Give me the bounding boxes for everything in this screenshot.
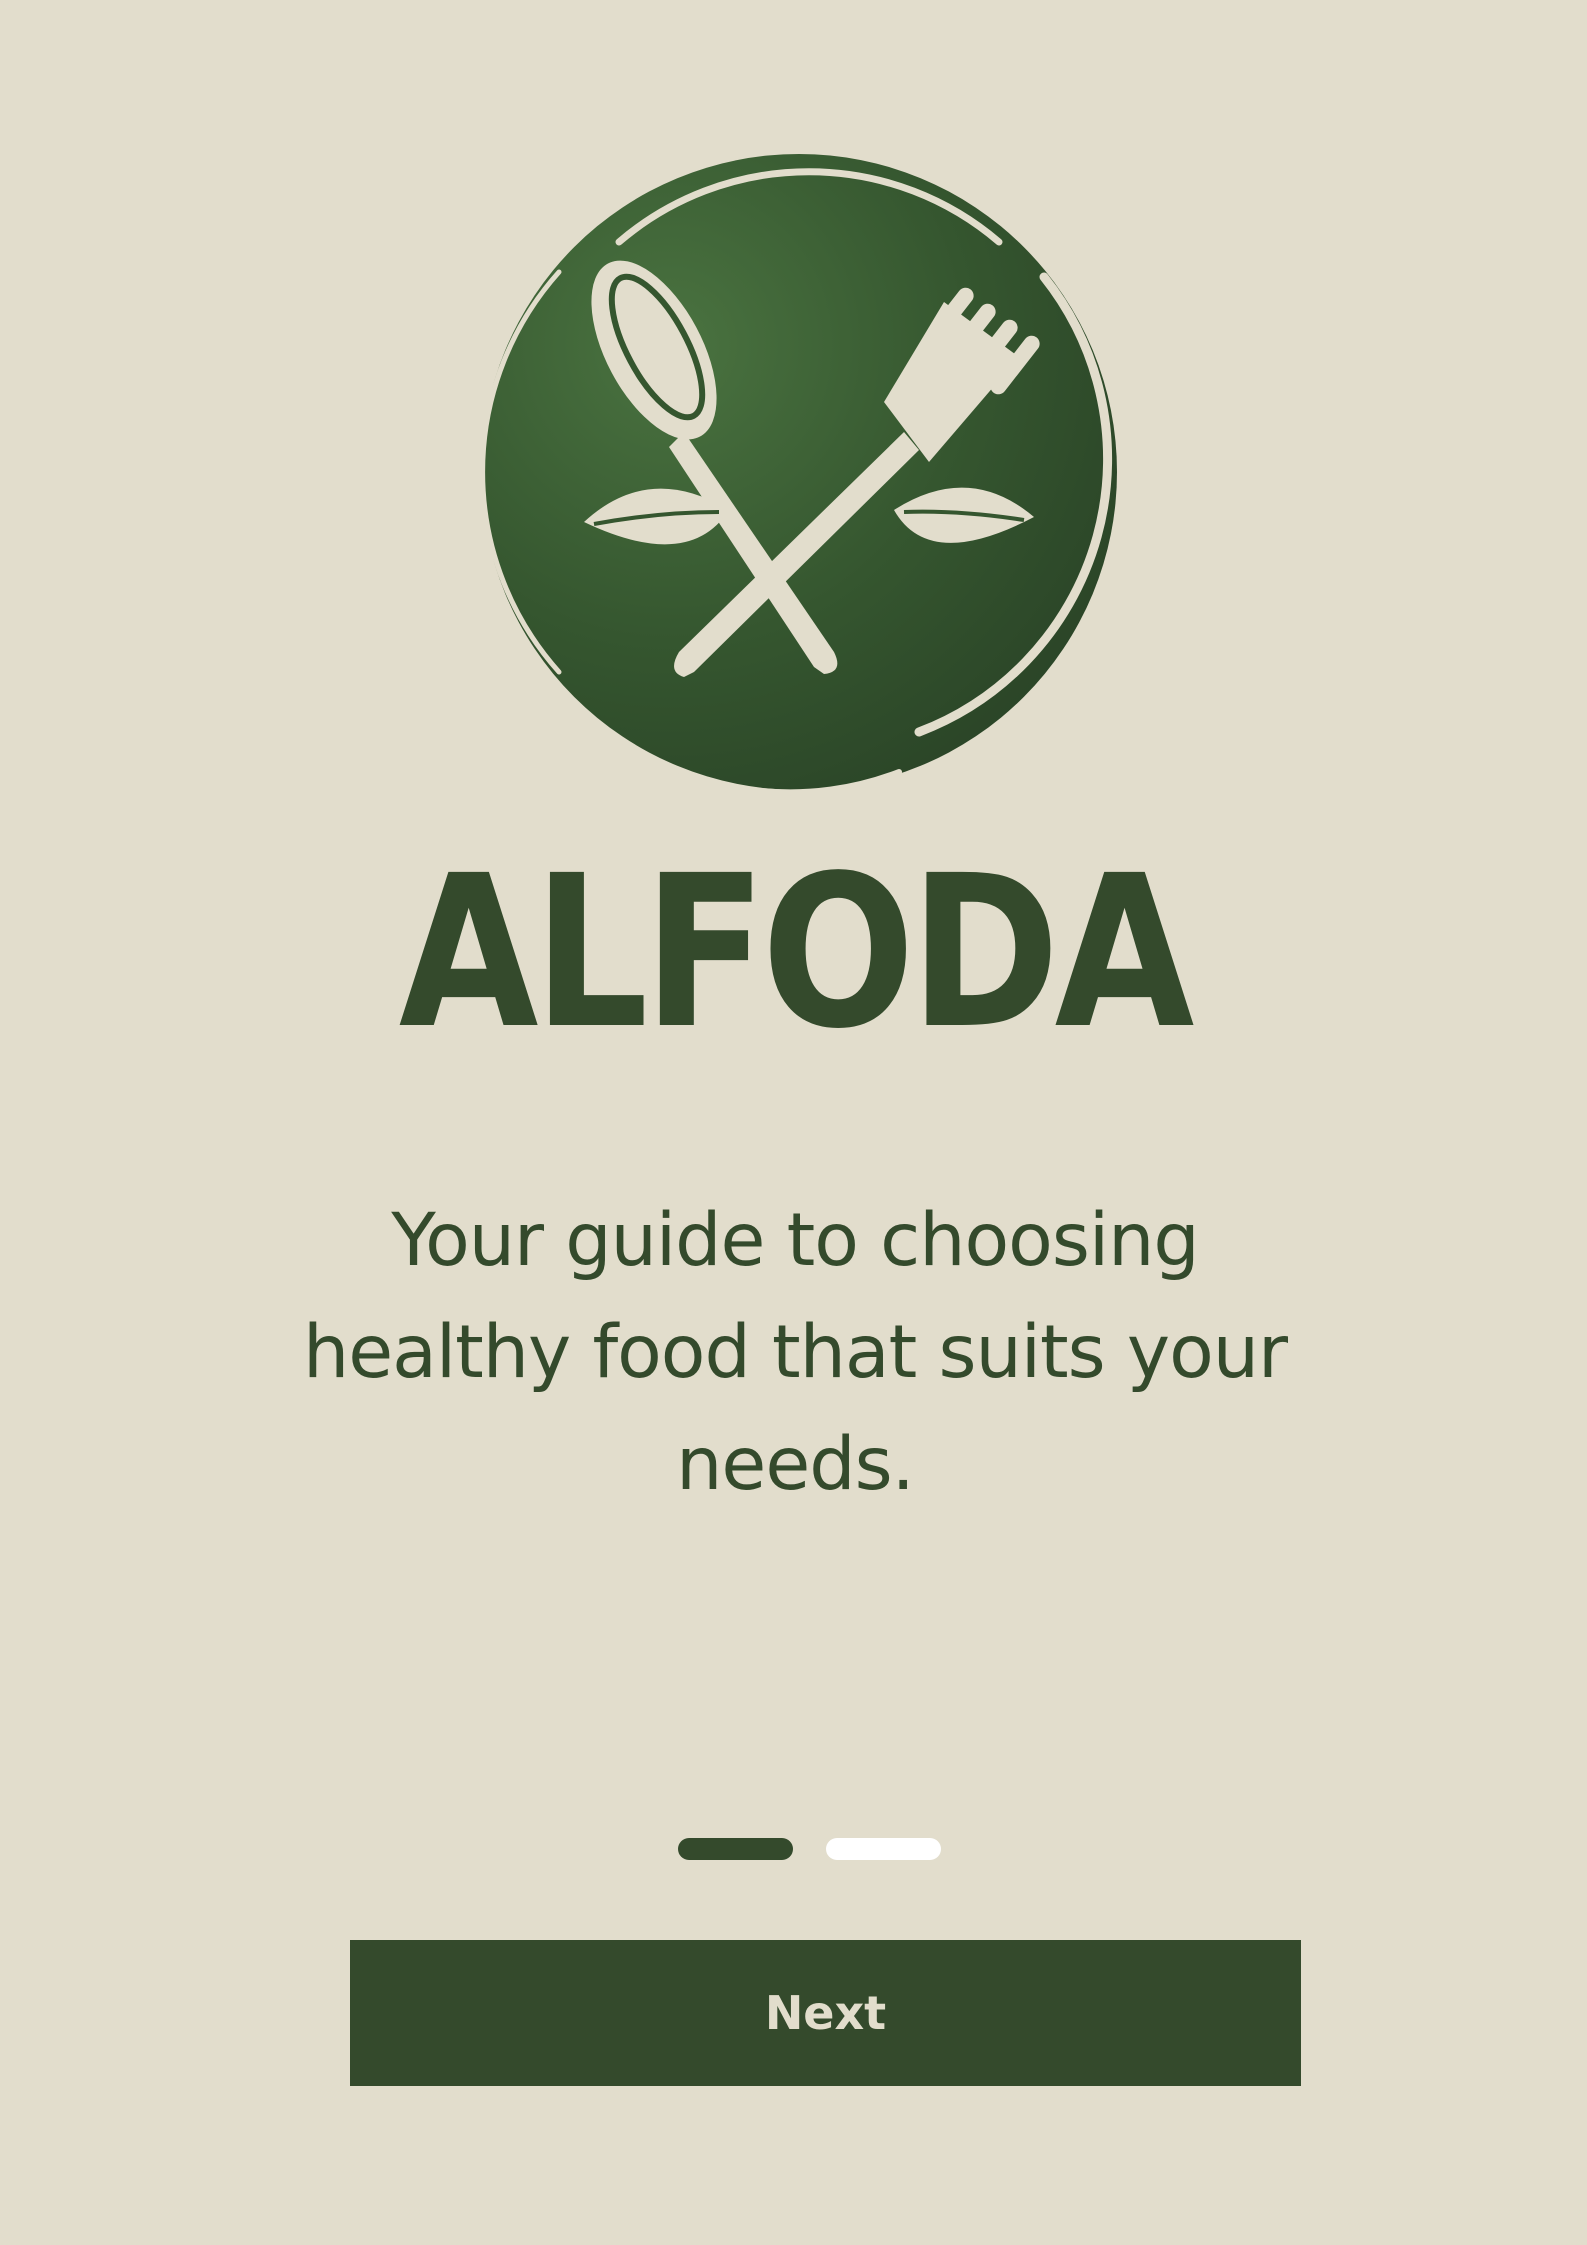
onboarding-tagline: Your guide to choosing healthy food that… xyxy=(302,1198,1288,1507)
page-indicator xyxy=(678,1838,941,1860)
next-button[interactable]: Next xyxy=(350,1940,1301,2086)
spoon-fork-leaves-icon xyxy=(480,154,1117,796)
brand-title: ALFODA xyxy=(398,830,1195,1075)
page-indicator-dot-active[interactable] xyxy=(678,1838,793,1860)
app-logo xyxy=(479,132,1119,812)
page-indicator-dot-inactive[interactable] xyxy=(826,1838,941,1860)
onboarding-screen: ALFODA Your guide to choosing healthy fo… xyxy=(0,0,1587,2245)
